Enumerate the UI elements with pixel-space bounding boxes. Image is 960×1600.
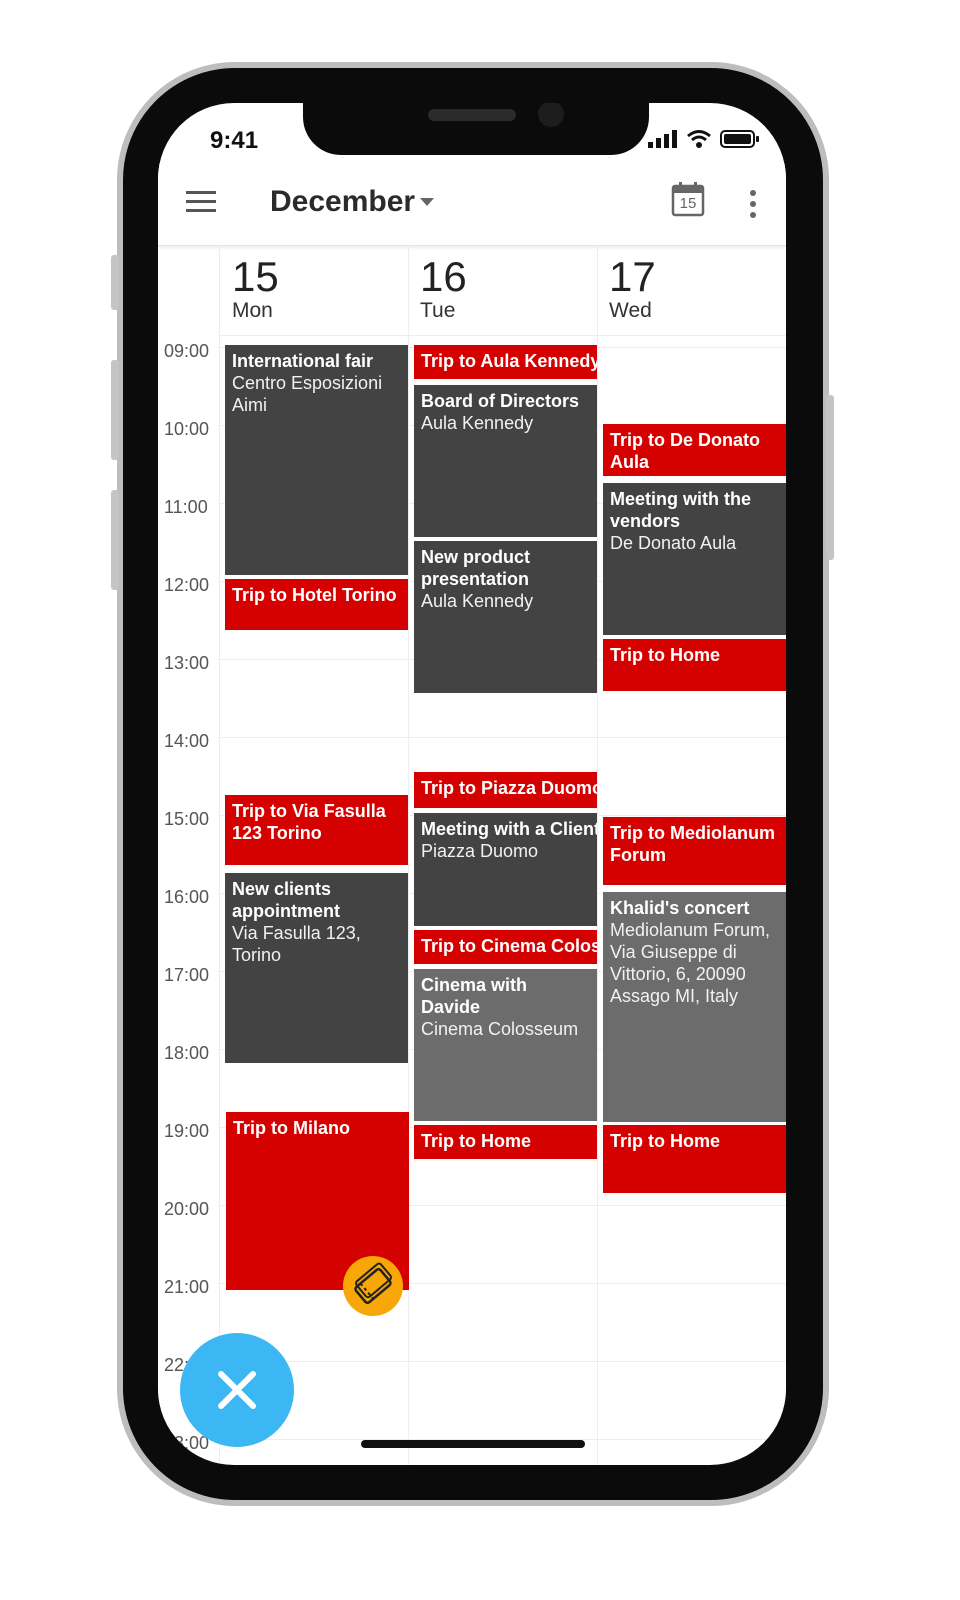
event-location: Aula Kennedy <box>421 413 534 433</box>
event-title: Meeting with the vendors <box>610 489 751 531</box>
status-time: 9:41 <box>210 127 259 154</box>
event-title: Trip to Mediolanum Forum <box>610 823 775 865</box>
event-location: Piazza Duomo <box>421 841 539 861</box>
side-button-volume-down <box>111 490 119 590</box>
event-title: Trip to Home <box>610 1131 721 1151</box>
hour-label: 12:00 <box>164 575 210 595</box>
app-toolbar: December 15 <box>158 163 786 246</box>
hour-label: 11:00 <box>164 497 208 517</box>
calendar-grid: 15 Mon 16 Tue 17 Wed 09:00 10:00 11:00 1… <box>158 245 786 1465</box>
event-card[interactable]: Trip to Cinema Colosseum <box>414 930 597 964</box>
event-card[interactable]: Meeting with a Client Piazza Duomo <box>414 813 597 926</box>
phone-notch <box>303 103 649 155</box>
event-location: Cinema Colosseum <box>421 1019 579 1039</box>
event-title: Trip to Hotel Torino <box>232 585 397 605</box>
event-title: New product presentation <box>421 547 531 589</box>
day-name-wed: Wed <box>609 299 652 322</box>
event-card[interactable]: Trip to Via Fasulla 123 Torino <box>225 795 408 865</box>
event-card[interactable]: New product presentation Aula Kennedy <box>414 541 597 693</box>
event-card[interactable]: Trip to Home <box>414 1125 597 1159</box>
event-title: Khalid's concert <box>610 898 750 918</box>
side-button-power <box>826 395 834 560</box>
event-card[interactable]: Khalid's concert Mediolanum Forum, Via G… <box>603 892 786 1122</box>
month-selector[interactable]: December <box>270 185 415 219</box>
wifi-icon <box>687 130 711 148</box>
dropdown-caret-icon[interactable] <box>420 198 434 206</box>
hour-gridline <box>220 335 786 336</box>
day-number-tue[interactable]: 16 <box>420 253 467 301</box>
side-button-volume-up <box>111 360 119 460</box>
hour-gridline <box>220 1361 786 1362</box>
event-title: Cinema with Davide <box>421 975 528 1017</box>
hour-label: 15:00 <box>164 809 210 829</box>
event-title: Meeting with a Client <box>421 819 597 839</box>
side-button-mute <box>111 255 119 310</box>
close-icon <box>218 1371 256 1409</box>
event-card[interactable]: Meeting with the vendors De Donato Aula <box>603 483 786 635</box>
event-card[interactable]: Trip to Aula Kennedy <box>414 345 597 379</box>
day-name-mon: Mon <box>232 299 273 322</box>
event-card[interactable]: International fair Centro Esposizioni Ai… <box>225 345 408 575</box>
event-card[interactable]: Trip to Hotel Torino <box>225 579 408 630</box>
hour-label: 13:00 <box>164 653 210 673</box>
close-fab-button[interactable] <box>180 1333 294 1447</box>
event-location: Mediolanum Forum, Via Giuseppe di Vittor… <box>610 920 771 1006</box>
event-card[interactable]: Trip to De Donato Aula <box>603 424 786 476</box>
event-card[interactable]: Board of Directors Aula Kennedy <box>414 385 597 537</box>
event-title: New clients appointment <box>232 879 340 921</box>
day-number-mon[interactable]: 15 <box>232 253 279 301</box>
hour-label: 16:00 <box>164 887 210 907</box>
event-title: Trip to Cinema Colosseum <box>421 936 597 956</box>
event-title: Board of Directors <box>421 391 580 411</box>
event-title: Trip to Piazza Duomo <box>421 778 597 798</box>
speaker-grille <box>428 109 516 121</box>
today-number: 15 <box>679 195 697 212</box>
event-location: De Donato Aula <box>610 533 737 553</box>
event-title: Trip to Aula Kennedy <box>421 351 597 371</box>
battery-icon <box>720 130 759 148</box>
hour-label: 21:00 <box>164 1277 210 1297</box>
event-title: Trip to Via Fasulla 123 Torino <box>232 801 386 843</box>
hour-label: 09:00 <box>164 341 210 361</box>
today-calendar-icon[interactable]: 15 <box>671 181 705 217</box>
event-location: Aula Kennedy <box>421 591 534 611</box>
event-title: Trip to Home <box>421 1131 532 1151</box>
more-options-icon[interactable] <box>750 190 756 218</box>
column-divider <box>219 245 220 1465</box>
event-title: Trip to Home <box>610 645 721 665</box>
event-card[interactable]: Trip to Mediolanum Forum <box>603 817 786 885</box>
event-card[interactable]: New clients appointment Via Fasulla 123,… <box>225 873 408 1063</box>
ticket-icon[interactable] <box>343 1256 403 1316</box>
day-number-wed[interactable]: 17 <box>609 253 656 301</box>
event-title: Trip to De Donato Aula <box>610 430 760 472</box>
event-location: Via Fasulla 123, Torino <box>232 923 361 965</box>
column-divider <box>597 245 598 1465</box>
hour-label: 20:00 <box>164 1199 210 1219</box>
hour-label: 19:00 <box>164 1121 210 1141</box>
event-card[interactable]: Cinema with Davide Cinema Colosseum <box>414 969 597 1121</box>
status-icons <box>648 129 760 149</box>
event-title: Trip to Milano <box>233 1118 350 1138</box>
event-title: International fair <box>232 351 374 371</box>
event-card[interactable]: Trip to Home <box>603 639 786 691</box>
hour-label: 18:00 <box>164 1043 210 1063</box>
hamburger-menu-icon[interactable] <box>186 191 216 213</box>
event-card[interactable]: Trip to Home <box>603 1125 786 1193</box>
event-location: Centro Esposizioni Aimi <box>232 373 383 415</box>
front-camera <box>538 103 564 127</box>
hour-label: 14:00 <box>164 731 210 751</box>
home-indicator[interactable] <box>361 1440 585 1448</box>
hour-label: 17:00 <box>164 965 210 985</box>
day-name-tue: Tue <box>420 299 456 322</box>
signal-icon <box>648 130 677 148</box>
phone-screen: 9:41 December 15 15 Mon 16 Tue 17 Wed 09… <box>158 103 786 1465</box>
hour-gridline <box>220 737 786 738</box>
event-card[interactable]: Trip to Piazza Duomo <box>414 772 597 808</box>
hour-label: 10:00 <box>164 419 210 439</box>
